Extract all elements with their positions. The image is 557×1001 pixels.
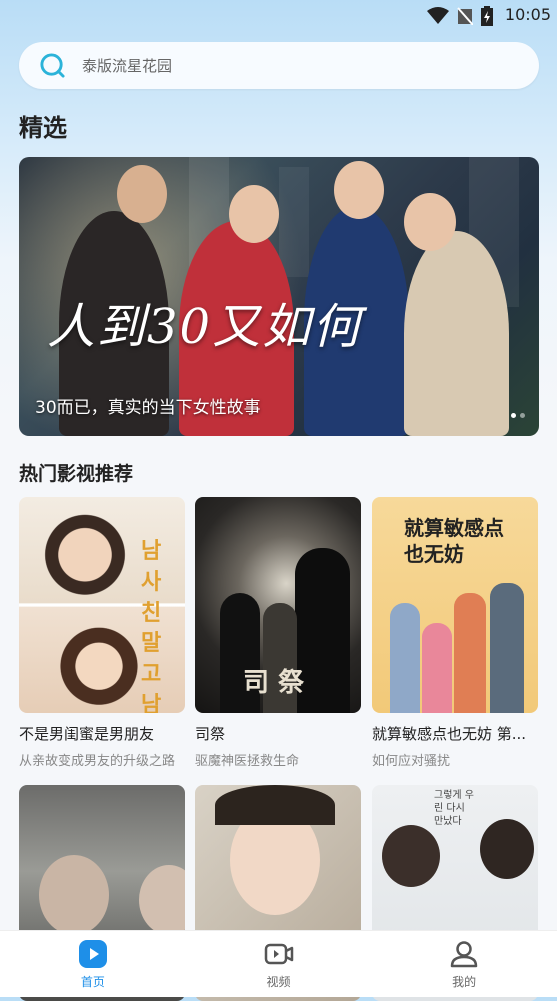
no-signal-icon bbox=[457, 7, 473, 25]
hot-card[interactable]: 司 祭 司祭 驱魔神医拯救生命 bbox=[195, 497, 361, 769]
hot-card[interactable]: 就算敏感点也无妨 就算敏感点也无妨 第... 如何应对骚扰 bbox=[372, 497, 538, 769]
poster-figure bbox=[490, 583, 524, 713]
play-icon bbox=[78, 939, 107, 968]
tab-video[interactable]: 视频 bbox=[186, 931, 372, 997]
poster-figure bbox=[422, 623, 452, 713]
featured-title: 精选 bbox=[19, 114, 67, 142]
card-title: 就算敏感点也无妨 第... bbox=[372, 725, 527, 743]
status-time: 10:05 bbox=[504, 5, 551, 24]
banner-figure-head bbox=[117, 165, 167, 223]
poster-image: 司 祭 bbox=[195, 497, 361, 713]
bottom-tab-bar: 首页 视频 我的 bbox=[0, 930, 557, 997]
poster-hair bbox=[215, 785, 335, 825]
card-title: 不是男闺蜜是男朋友 bbox=[19, 725, 155, 743]
card-description: 从亲故变成男友的升级之路 bbox=[19, 754, 176, 769]
poster-title-art: 그렇게 우린 다시 만났다 bbox=[434, 790, 474, 827]
card-description: 驱魔神医拯救生命 bbox=[195, 754, 300, 769]
banner-figure bbox=[404, 231, 509, 436]
banner-figure-head bbox=[404, 193, 456, 251]
search-placeholder: 泰版流星花园 bbox=[82, 57, 173, 75]
poster-face bbox=[19, 497, 139, 602]
profile-icon bbox=[450, 940, 478, 967]
status-icons bbox=[427, 6, 493, 26]
tab-me[interactable]: 我的 bbox=[371, 931, 557, 997]
battery-icon bbox=[481, 6, 493, 26]
tab-label: 我的 bbox=[452, 974, 477, 989]
poster-hair bbox=[382, 825, 440, 887]
poster-title-art: 남사친 말고 남친 bbox=[141, 539, 162, 713]
status-bar: 10:05 bbox=[0, 0, 557, 30]
poster-hair bbox=[480, 819, 534, 879]
poster-face bbox=[139, 865, 185, 935]
search-icon bbox=[40, 53, 65, 78]
poster-figure bbox=[454, 593, 486, 713]
card-description: 如何应对骚扰 bbox=[372, 754, 451, 769]
wifi-icon bbox=[427, 7, 449, 24]
tab-home[interactable]: 首页 bbox=[0, 931, 186, 997]
search-bar[interactable]: 泰版流星花园 bbox=[19, 42, 539, 89]
poster-image: 就算敏感点也无妨 bbox=[372, 497, 538, 713]
card-title: 司祭 bbox=[195, 725, 226, 743]
pagination-dot-active bbox=[511, 413, 516, 418]
hot-title: 热门影视推荐 bbox=[19, 463, 134, 485]
banner-pagination bbox=[511, 413, 525, 418]
tab-label: 首页 bbox=[80, 974, 105, 989]
pagination-dot bbox=[520, 413, 525, 418]
poster-image: 남사친 말고 남친 bbox=[19, 497, 185, 713]
featured-banner[interactable]: 人到30又如何 30而已，真实的当下女性故事 bbox=[19, 157, 539, 436]
tab-label: 视频 bbox=[266, 974, 291, 989]
poster-title-art: 就算敏感点也无妨 bbox=[404, 516, 504, 566]
banner-artwork-text: 人到30又如何 bbox=[47, 299, 363, 355]
banner-figure-head bbox=[334, 161, 384, 219]
banner-caption: 30而已，真实的当下女性故事 bbox=[35, 398, 261, 418]
poster-figure bbox=[390, 603, 420, 713]
banner-figure-head bbox=[229, 185, 279, 243]
poster-title-art: 司 祭 bbox=[243, 668, 305, 698]
video-camera-icon bbox=[264, 943, 293, 964]
poster-face bbox=[39, 855, 109, 935]
hot-card[interactable]: 남사친 말고 남친 不是男闺蜜是男朋友 从亲故变成男友的升级之路 bbox=[19, 497, 185, 769]
